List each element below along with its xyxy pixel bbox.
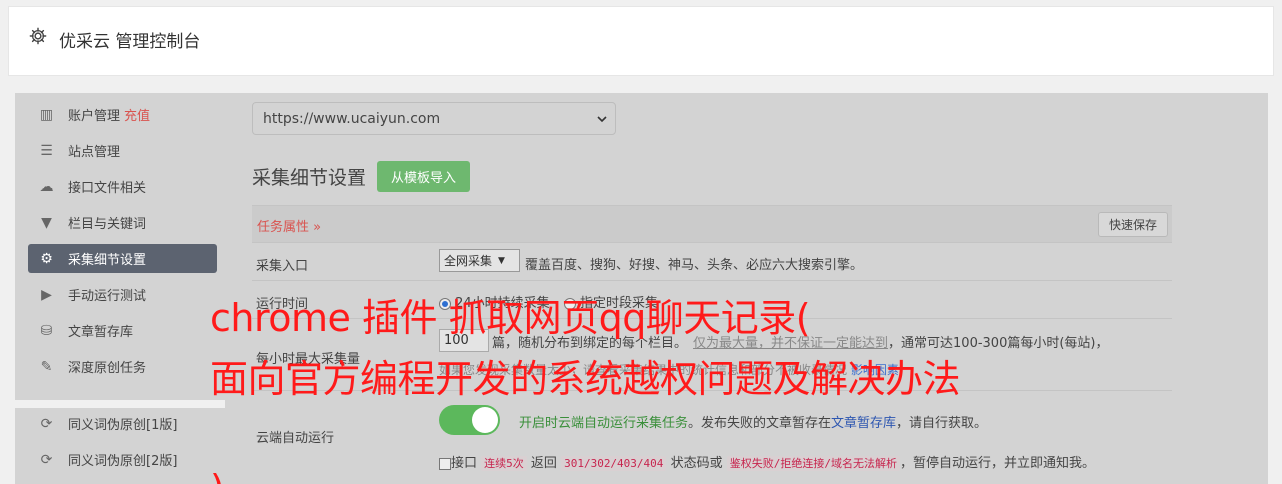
sidebar-item-label: 手动运行测试	[68, 289, 147, 304]
interface-pause-checkbox[interactable]	[439, 457, 451, 470]
iface-mid2: 状态码或	[670, 456, 723, 471]
cloud-description: 开启时云端自动运行采集任务。发布失败的文章暂存在文章暂存库，请自行获取。	[519, 412, 987, 431]
sidebar-item-manual-run[interactable]: ▶ 手动运行测试	[28, 280, 217, 309]
refresh-icon: ⟳	[40, 451, 53, 468]
code-tag: 连续5次	[481, 456, 527, 471]
sidebar-item-sites[interactable]: ☰ 站点管理	[28, 136, 217, 165]
entry-label: 采集入口	[256, 259, 309, 274]
gears-icon: ⚙	[40, 250, 53, 267]
quick-save-button[interactable]: 快速保存	[1098, 212, 1168, 237]
sidebar-item-label: 同义词伪原创[1版]	[68, 418, 178, 433]
server-icon: ☰	[40, 142, 53, 159]
sidebar-divider	[15, 400, 225, 408]
overlay-title-line1: chrome 插件 抓取网页qq聊天记录(	[210, 296, 811, 340]
cloud-auto-label: 云端自动运行	[256, 431, 335, 446]
sidebar-item-synonym-v1[interactable]: ⟳ 同义词伪原创[1版]	[28, 409, 217, 438]
sidebar-item-label: 接口文件相关	[68, 181, 147, 196]
code-tag: 鉴权失败/拒绝连接/域名无法解析	[726, 456, 900, 471]
iface-suffix: ，暂停自动运行，并立即通知我。	[899, 456, 1095, 471]
content-area: https://www.ucaiyun.com 采集细节设置 从模板导入 任务属…	[251, 93, 1172, 484]
sidebar-item-synonym-v2[interactable]: ⟳ 同义词伪原创[2版]	[28, 445, 217, 474]
row-divider	[252, 280, 1172, 281]
sidebar-item-deep-original[interactable]: ✎ 深度原创任务	[28, 352, 217, 381]
iface-prefix: 接口	[451, 456, 478, 471]
sidebar-item-label: 站点管理	[68, 145, 121, 160]
cloud-upload-icon: ☁	[39, 178, 54, 195]
sidebar-item-label: 同义词伪原创[2版]	[68, 454, 178, 469]
sidebar-item-label: 账户管理	[68, 109, 121, 124]
interface-pause-option: 接口 连续5次 返回 301/302/403/404 状态码或 鉴权失败/拒绝连…	[439, 452, 1095, 471]
chevron-down-icon: ▼	[498, 255, 505, 266]
gear-icon	[29, 27, 47, 45]
toggle-knob	[472, 407, 498, 433]
chevron-down-icon	[597, 116, 607, 123]
task-attributes-toggle[interactable]: 任务属性 »	[257, 216, 321, 235]
sidebar-item-interface-files[interactable]: ☁ 接口文件相关	[28, 172, 217, 201]
iface-mid1: 返回	[530, 456, 557, 471]
sidebar-item-label: 深度原创任务	[68, 361, 147, 376]
recharge-link[interactable]: 充值	[124, 105, 150, 124]
refresh-icon: ⟳	[40, 415, 53, 432]
overlay-title-line2: 面向官方编程开发的系统越权问题及解决办法	[210, 357, 961, 401]
entry-select-value: 全网采集	[444, 254, 493, 268]
filter-icon: ▼	[41, 214, 52, 231]
edit-icon: ✎	[40, 358, 53, 375]
task-attributes-bar: 任务属性 » 快速保存	[252, 205, 1172, 243]
article-storage-link[interactable]: 文章暂存库	[831, 416, 896, 431]
code-tag: 301/302/403/404	[561, 456, 667, 471]
sidebar-item-columns-keywords[interactable]: ▼ 栏目与关键词	[28, 208, 217, 237]
sidebar-item-article-storage[interactable]: ⛁ 文章暂存库	[28, 316, 217, 345]
main-panel: ▥ 账户管理 充值 ☰ 站点管理 ☁ 接口文件相关 ▼ 栏目与关键词 ⚙ 采集细…	[15, 93, 1268, 484]
cloud-desc-end: ，请自行获取。	[896, 416, 988, 431]
site-select[interactable]: https://www.ucaiyun.com	[252, 102, 616, 135]
import-template-button[interactable]: 从模板导入	[377, 161, 470, 192]
hourly-desc-text2: ，通常可达100-300篇每小时(每站)，	[888, 336, 1109, 351]
bar-chart-icon: ▥	[39, 106, 54, 123]
entry-select[interactable]: 全网采集 ▼	[439, 249, 520, 272]
sidebar-item-label: 采集细节设置	[68, 253, 147, 268]
sidebar-item-account[interactable]: ▥ 账户管理 充值	[28, 100, 217, 129]
sidebar-item-label: 文章暂存库	[68, 325, 134, 340]
top-header: 优采云 管理控制台	[8, 6, 1274, 76]
database-icon: ⛁	[40, 322, 53, 339]
entry-description: 覆盖百度、搜狗、好搜、神马、头条、必应六大搜索引擎。	[525, 258, 864, 273]
site-select-value: https://www.ucaiyun.com	[263, 110, 441, 127]
play-circle-icon: ▶	[41, 286, 52, 303]
cloud-auto-toggle[interactable]	[439, 405, 500, 435]
overlay-title-line3: )	[210, 470, 225, 484]
sidebar: ▥ 账户管理 充值 ☰ 站点管理 ☁ 接口文件相关 ▼ 栏目与关键词 ⚙ 采集细…	[15, 93, 225, 484]
cloud-desc-green: 开启时云端自动运行采集任务	[519, 416, 689, 431]
cloud-desc-mid: 。发布失败的文章暂存在	[688, 416, 832, 431]
page-title: 优采云 管理控制台	[59, 32, 201, 52]
sidebar-item-collect-settings[interactable]: ⚙ 采集细节设置	[28, 244, 217, 273]
section-title: 采集细节设置	[252, 167, 367, 189]
sidebar-item-label: 栏目与关键词	[68, 217, 147, 232]
